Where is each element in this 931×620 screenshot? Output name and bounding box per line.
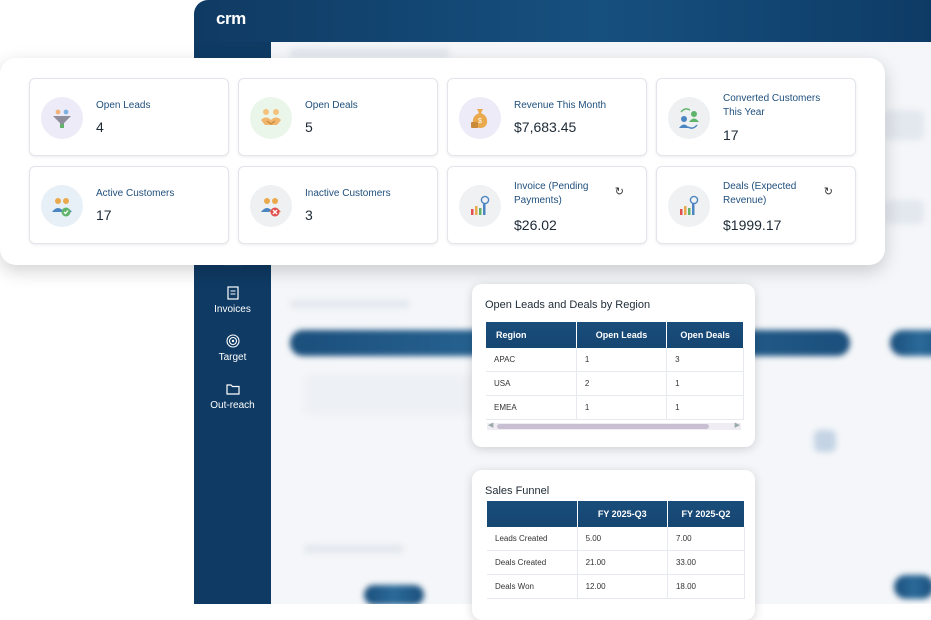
table-row[interactable]: Deals Won 12.00 18.00: [487, 574, 746, 599]
kpi-icon-bg: [41, 97, 83, 139]
kpi-value: 4: [96, 119, 104, 135]
table-cell: 1: [666, 371, 744, 396]
kpi-card-converted-customers[interactable]: Converted Customers This Year 17: [656, 78, 856, 156]
refresh-button[interactable]: ↻: [824, 185, 833, 198]
table-cell: Deals Created: [487, 550, 578, 575]
column-header[interactable]: [487, 501, 578, 527]
table-header-row: Region Open Leads Open Deals: [486, 322, 744, 348]
kpi-value: $1999.17: [723, 217, 782, 233]
bar-chart-icon: [680, 195, 699, 215]
inactive-users-icon: [261, 198, 281, 217]
kpi-card-inactive-customers[interactable]: Inactive Customers 3: [238, 166, 438, 244]
table-cell: 5.00: [577, 527, 668, 551]
kpi-card-open-deals[interactable]: Open Deals 5: [238, 78, 438, 156]
table-cell: 7.00: [667, 527, 746, 551]
table-row[interactable]: Deals Created 21.00 33.00: [487, 550, 746, 575]
kpi-value: $26.02: [514, 217, 557, 233]
kpi-label: Converted Customers This Year: [723, 93, 821, 118]
table-cell: 21.00: [577, 550, 668, 575]
table-cell: Leads Created: [487, 527, 578, 551]
region-table-card: Open Leads and Deals by Region Region Op…: [472, 284, 755, 447]
kpi-icon-bg: [250, 97, 292, 139]
kpi-value: 17: [723, 127, 739, 143]
table-cell: 33.00: [667, 550, 746, 575]
table-cell: 2: [576, 371, 668, 396]
kpi-icon-bg: $: [459, 97, 501, 139]
table-header-row: FY 2025-Q3 FY 2025-Q2: [487, 501, 746, 527]
horizontal-scrollbar[interactable]: ◀ ▶: [487, 421, 741, 430]
table-cell: 1: [576, 348, 668, 372]
kpi-icon-bg: [668, 97, 710, 139]
column-header[interactable]: Open Leads: [576, 322, 668, 348]
active-users-icon: [52, 198, 72, 217]
bar-chart-icon: [471, 195, 490, 215]
kpi-value: 5: [305, 119, 313, 135]
card-title: Open Leads and Deals by Region: [485, 299, 651, 311]
kpi-icon-bg: [41, 185, 83, 227]
sales-funnel-table: FY 2025-Q3 FY 2025-Q2 Leads Created 5.00…: [487, 501, 746, 599]
column-header[interactable]: Region: [486, 322, 577, 348]
kpi-card-revenue-this-month[interactable]: $ Revenue This Month $7,683.45: [447, 78, 647, 156]
kpi-label: Open Deals: [305, 100, 358, 111]
column-header[interactable]: Open Deals: [666, 322, 744, 348]
kpi-icon-bg: [250, 185, 292, 227]
table-row[interactable]: USA 2 1: [486, 371, 744, 396]
refresh-button[interactable]: ↻: [615, 185, 624, 198]
converted-users-icon: [679, 108, 699, 129]
kpi-panel: Open Leads 4 Open Deals 5 $ Revenue This…: [0, 58, 885, 265]
card-title: Sales Funnel: [485, 485, 550, 497]
svg-text:$: $: [478, 118, 482, 125]
scrollbar-thumb[interactable]: [497, 424, 709, 429]
kpi-label: Revenue This Month: [514, 100, 607, 111]
kpi-icon-bg: [459, 185, 501, 227]
sales-funnel-card: Sales Funnel FY 2025-Q3 FY 2025-Q2 Leads…: [472, 470, 755, 620]
kpi-label: Active Customers: [96, 188, 175, 199]
table-cell: 12.00: [577, 574, 668, 599]
table-row[interactable]: Leads Created 5.00 7.00: [487, 527, 746, 551]
table-cell: 18.00: [667, 574, 746, 599]
column-header[interactable]: FY 2025-Q2: [667, 501, 746, 527]
kpi-card-active-customers[interactable]: Active Customers 17: [29, 166, 229, 244]
kpi-label: Inactive Customers: [305, 188, 391, 199]
kpi-icon-bg: [668, 185, 710, 227]
kpi-value: $7,683.45: [514, 119, 577, 135]
scroll-left-icon[interactable]: ◀: [488, 421, 493, 429]
kpi-value: 17: [96, 207, 112, 223]
table-cell: EMEA: [486, 395, 577, 420]
funnel-icon: [53, 109, 71, 128]
handshake-icon: [261, 109, 281, 125]
scroll-right-icon[interactable]: ▶: [735, 421, 740, 429]
kpi-card-invoice-pending[interactable]: Invoice (Pending Payments) ↻ $26.02: [447, 166, 647, 244]
column-header[interactable]: FY 2025-Q3: [577, 501, 668, 527]
table-row[interactable]: EMEA 1 1: [486, 395, 744, 420]
table-row[interactable]: APAC 1 3: [486, 348, 744, 372]
region-table: Region Open Leads Open Deals APAC 1 3 US…: [486, 322, 744, 420]
kpi-label: Open Leads: [96, 100, 151, 111]
table-cell: 1: [666, 395, 744, 420]
table-cell: 1: [576, 395, 668, 420]
table-cell: Deals Won: [487, 574, 578, 599]
money-bag-icon: $: [471, 109, 488, 128]
table-cell: 3: [666, 348, 744, 372]
kpi-card-open-leads[interactable]: Open Leads 4: [29, 78, 229, 156]
table-cell: APAC: [486, 348, 577, 372]
kpi-card-deals-expected-revenue[interactable]: Deals (Expected Revenue) ↻ $1999.17: [656, 166, 856, 244]
kpi-value: 3: [305, 207, 313, 223]
table-cell: USA: [486, 371, 577, 396]
